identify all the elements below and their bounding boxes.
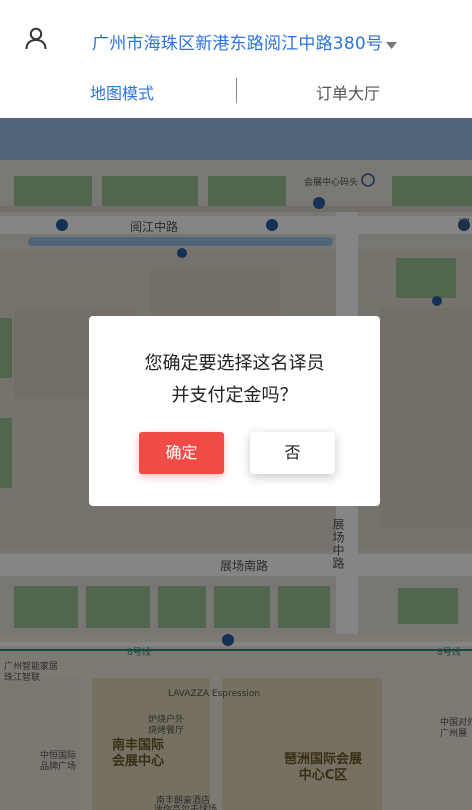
confirm-button[interactable]: 确定 bbox=[139, 432, 224, 474]
no-button[interactable]: 否 bbox=[250, 432, 335, 474]
tab-order-hall[interactable]: 订单大厅 bbox=[316, 80, 380, 104]
caret-down-icon[interactable] bbox=[386, 35, 397, 49]
top-header: 广州市海珠区新港东路阅江中路380号 地图模式 订单大厅 bbox=[0, 0, 472, 118]
dialog-message-line2: 并支付定金吗？ bbox=[171, 385, 298, 406]
confirm-dialog: 您确定要选择这名译员 并支付定金吗？ 确定 否 bbox=[89, 316, 380, 506]
address-selector[interactable]: 广州市海珠区新港东路阅江中路380号 bbox=[92, 29, 383, 54]
tab-divider bbox=[236, 78, 237, 103]
dialog-message-line1: 您确定要选择这名译员 bbox=[144, 353, 325, 374]
user-icon[interactable] bbox=[24, 26, 48, 50]
tab-map-mode[interactable]: 地图模式 bbox=[90, 80, 154, 104]
